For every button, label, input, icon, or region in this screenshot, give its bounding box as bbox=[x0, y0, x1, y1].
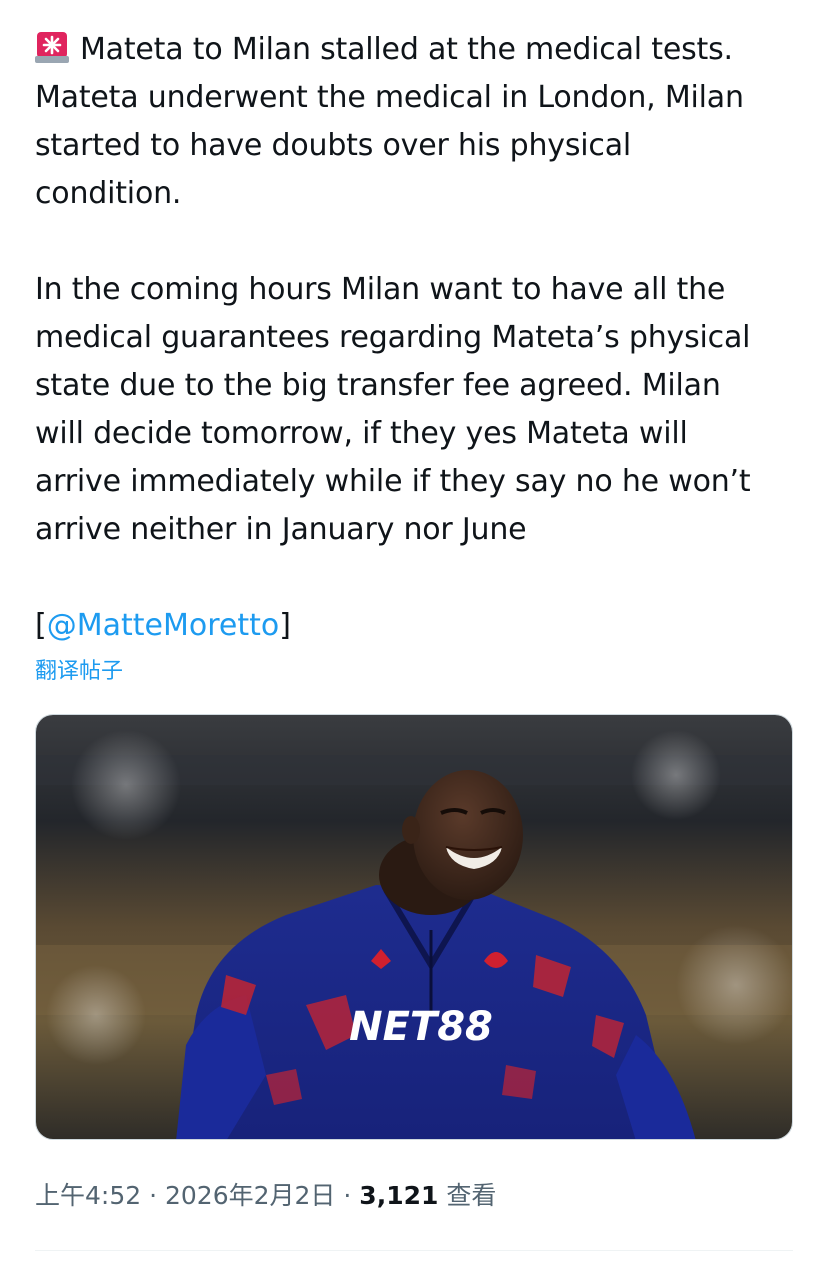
meta-separator: · bbox=[343, 1181, 352, 1210]
tweet-text-line: will decide tomorrow, if they yes Mateta… bbox=[35, 416, 688, 451]
divider bbox=[35, 1250, 793, 1251]
views-label: 查看 bbox=[446, 1181, 497, 1210]
translate-post-link[interactable]: 翻译帖子 bbox=[35, 656, 123, 688]
tweet-text-paragraph-1: Mateta to Milan stalled at the medical t… bbox=[35, 26, 805, 218]
tweet-time[interactable]: 上午4:52 bbox=[35, 1181, 141, 1210]
tweet-metadata: 上午4:52 · 2026年2月2日 · 3,121 查看 bbox=[35, 1177, 496, 1215]
meta-separator: · bbox=[149, 1181, 158, 1210]
tweet-text-line: state due to the big transfer fee agreed… bbox=[35, 368, 721, 403]
tweet-text-line: medical guarantees regarding Mateta’s ph… bbox=[35, 320, 751, 355]
tweet-photo[interactable]: NET88 bbox=[35, 714, 793, 1140]
views-count: 3,121 bbox=[359, 1181, 439, 1210]
mention-link[interactable]: @MatteMoretto bbox=[47, 608, 280, 643]
tweet-date[interactable]: 2026年2月2日 bbox=[165, 1181, 335, 1210]
sponsor-logo: NET88 bbox=[349, 1004, 493, 1050]
siren-icon bbox=[35, 30, 69, 64]
tweet-text-line: condition. bbox=[35, 176, 182, 211]
tweet-text-line: started to have doubts over his physical bbox=[35, 128, 632, 163]
tweet-text-line: Mateta underwent the medical in London, … bbox=[35, 80, 744, 115]
tweet-text-paragraph-2: In the coming hours Milan want to have a… bbox=[35, 266, 805, 554]
tweet-text-line: arrive neither in January nor June bbox=[35, 512, 527, 547]
tweet: Mateta to Milan stalled at the medical t… bbox=[0, 0, 828, 1265]
tweet-text-line: arrive immediately while if they say no … bbox=[35, 464, 751, 499]
source-credit: [@MatteMoretto] bbox=[35, 608, 291, 643]
tweet-text-line: In the coming hours Milan want to have a… bbox=[35, 272, 726, 307]
tweet-text-line: Mateta to Milan stalled at the medical t… bbox=[35, 26, 805, 74]
